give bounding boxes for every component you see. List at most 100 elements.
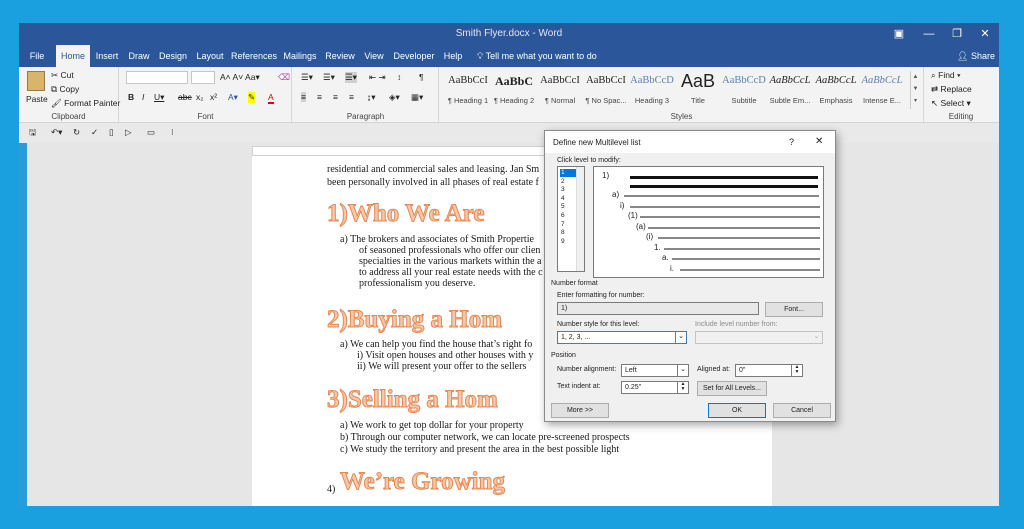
copy-button[interactable]: ⧉ Copy <box>51 84 79 95</box>
clear-format-icon[interactable]: ⌫ <box>278 72 290 83</box>
number-style-select[interactable]: 1, 2, 3, ... ⌄ <box>557 331 687 344</box>
set-all-levels-button[interactable]: Set for All Levels... <box>697 381 767 396</box>
style-item[interactable]: AaBbC ¶ Heading 2 <box>492 71 536 111</box>
share-button[interactable]: 👤︎ Share <box>957 45 995 67</box>
preview-line <box>648 227 820 229</box>
level-item[interactable]: 9 <box>560 238 576 246</box>
tell-me-box[interactable]: 💡︎ Tell me what you want to do <box>477 45 597 67</box>
help-icon[interactable]: ? <box>789 137 794 147</box>
level-item[interactable]: 5 <box>560 203 576 211</box>
tab-insert[interactable]: Insert <box>93 45 121 67</box>
play-icon[interactable]: ▷ <box>125 127 132 138</box>
tab-references[interactable]: References <box>231 45 277 67</box>
numbering-icon[interactable]: ☰▾ <box>323 72 335 83</box>
cut-button[interactable]: ✂ Cut <box>51 70 74 81</box>
superscript-icon[interactable]: x² <box>210 92 217 102</box>
align-left-icon[interactable]: ≡ <box>301 92 306 102</box>
preview-number: (1) <box>628 211 638 220</box>
font-button[interactable]: Font... <box>765 302 823 317</box>
ribbon-display-icon[interactable]: ▣ <box>885 23 913 45</box>
paste-icon[interactable] <box>27 71 45 91</box>
customize-qat-icon[interactable]: ⁝ <box>171 127 174 138</box>
number-format-input[interactable]: 1) <box>557 302 759 315</box>
font-name-box[interactable] <box>126 71 188 84</box>
line-spacing-icon[interactable]: ↨▾ <box>367 92 376 103</box>
tab-view[interactable]: View <box>361 45 387 67</box>
more-button[interactable]: More >> <box>551 403 609 418</box>
alignment-select[interactable]: Left ⌄ <box>621 364 689 377</box>
borders-icon[interactable]: ▦▾ <box>411 92 423 103</box>
spinner-icon[interactable]: ▲ ▼ <box>791 365 802 376</box>
justify-icon[interactable]: ≡ <box>349 92 354 102</box>
style-item[interactable]: AaBbCcL Intense E... <box>860 71 904 111</box>
save-icon[interactable]: 🖫︎ <box>29 127 36 141</box>
level-item[interactable]: 6 <box>560 212 576 220</box>
style-item[interactable]: AaBbCcL Subtle Em... <box>768 71 812 111</box>
shading-icon[interactable]: ◈▾ <box>389 92 400 103</box>
multilevel-list-icon[interactable]: ☰▾ <box>345 72 357 83</box>
tab-layout[interactable]: Layout <box>193 45 227 67</box>
indent-icons[interactable]: ⇤ ⇥ <box>369 72 386 83</box>
level-item[interactable]: 3 <box>560 186 576 194</box>
level-item[interactable]: 7 <box>560 221 576 229</box>
find-button[interactable]: ⌕ Find ▾ <box>931 70 961 81</box>
strikethrough-icon[interactable]: abc <box>178 92 192 102</box>
tab-home[interactable]: Home <box>56 45 90 67</box>
level-item[interactable]: 8 <box>560 229 576 237</box>
style-item[interactable]: AaBbCcI ¶ No Spac... <box>584 71 628 111</box>
close-icon[interactable]: ✕ <box>971 23 999 45</box>
replace-button[interactable]: ⇄ Replace <box>931 84 972 95</box>
pilcrow-icon[interactable]: ¶ <box>419 72 424 82</box>
font-size-box[interactable] <box>191 71 215 84</box>
bullets-icon[interactable]: ☰▾ <box>301 72 313 83</box>
format-painter-button[interactable]: 🖌︎ Format Painter <box>51 98 120 109</box>
preview-number: i) <box>620 201 625 210</box>
sort-icon[interactable]: ↕ <box>397 72 401 82</box>
level-scrollbar[interactable] <box>576 167 584 271</box>
paste-button[interactable]: Paste <box>26 94 48 104</box>
tab-design[interactable]: Design <box>157 45 189 67</box>
tab-developer[interactable]: Developer <box>391 45 437 67</box>
aligned-at-input[interactable]: 0" ▲ ▼ <box>735 364 803 377</box>
spinner-icon[interactable]: ▲ ▼ <box>677 382 688 393</box>
bold-icon[interactable]: B <box>128 92 134 102</box>
undo-icon[interactable]: ↶▾ <box>51 127 62 138</box>
select-button[interactable]: ↖ Select ▾ <box>931 98 971 109</box>
style-item[interactable]: AaBbCcI ¶ Heading 1 <box>446 71 490 111</box>
style-item[interactable]: AaBbCcI ¶ Normal <box>538 71 582 111</box>
gallery-scroll-icon[interactable]: ▲ ▼ ▾ <box>910 71 920 109</box>
tab-mailings[interactable]: Mailings <box>281 45 319 67</box>
tab-help[interactable]: Help <box>441 45 465 67</box>
grow-font-icon[interactable]: A˄ A˅ Aa▾ <box>220 72 260 83</box>
level-item[interactable]: 2 <box>560 178 576 186</box>
style-item[interactable]: AaB Title <box>676 71 720 111</box>
text-indent-input[interactable]: 0.25" ▲ ▼ <box>621 381 689 394</box>
style-item[interactable]: AaBbCcL Emphasis <box>814 71 858 111</box>
check-icon[interactable]: ✓ <box>91 127 98 138</box>
tab-file[interactable]: File <box>23 45 51 67</box>
level-item[interactable]: 4 <box>560 195 576 203</box>
level-item[interactable]: 1 <box>560 169 576 177</box>
tab-draw[interactable]: Draw <box>125 45 153 67</box>
new-doc-icon[interactable]: ▯ <box>109 127 114 138</box>
text-effects-icon[interactable]: A▾ <box>228 92 238 103</box>
dialog-close-icon[interactable]: ✕ <box>815 136 823 147</box>
redo-icon[interactable]: ↻ <box>73 127 80 138</box>
tab-review[interactable]: Review <box>323 45 357 67</box>
style-item[interactable]: AaBbCcD Heading 3 <box>630 71 674 111</box>
ok-button[interactable]: OK <box>708 403 766 418</box>
cancel-button[interactable]: Cancel <box>773 403 831 418</box>
align-center-icon[interactable]: ≡ <box>317 92 322 102</box>
minimize-icon[interactable]: — <box>915 23 943 45</box>
style-name: Subtle Em... <box>769 96 811 105</box>
font-color-icon[interactable]: A <box>268 92 274 104</box>
level-listbox[interactable]: 123456789 <box>557 166 585 272</box>
restore-icon[interactable]: ❐ <box>943 23 971 45</box>
frame-icon[interactable]: ▭ <box>147 127 155 138</box>
align-right-icon[interactable]: ≡ <box>333 92 338 102</box>
style-item[interactable]: AaBbCcD Subtitle <box>722 71 766 111</box>
highlight-icon[interactable]: ✎ <box>248 92 256 103</box>
italic-icon[interactable]: I <box>142 92 144 102</box>
underline-icon[interactable]: U▾ <box>154 92 164 103</box>
subscript-icon[interactable]: x₂ <box>196 92 204 102</box>
